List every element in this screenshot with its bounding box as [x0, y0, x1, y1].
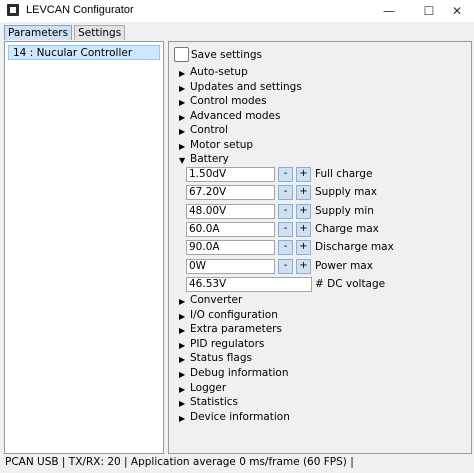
group-status-flags[interactable]: Status flags — [190, 352, 252, 364]
battery-value-field[interactable]: 60.0A — [186, 221, 275, 237]
collapsed-arrow-icon[interactable]: ▶ — [179, 297, 185, 306]
increment-button[interactable]: + — [296, 167, 311, 182]
increment-button[interactable]: + — [296, 240, 311, 256]
group-updates-and-settings[interactable]: Updates and settings — [190, 81, 302, 93]
decrement-button[interactable]: - — [278, 221, 293, 237]
increment-button[interactable]: + — [296, 258, 311, 274]
group-statistics[interactable]: Statistics — [190, 396, 238, 408]
collapsed-arrow-icon[interactable]: ▶ — [179, 370, 185, 379]
collapsed-arrow-icon[interactable]: ▶ — [179, 84, 185, 93]
collapsed-arrow-icon[interactable]: ▶ — [179, 385, 185, 394]
battery-value-field[interactable]: 67.20V — [186, 185, 275, 201]
battery-field-label: Supply max — [315, 186, 377, 199]
battery-field-label: Supply min — [315, 204, 374, 217]
decrement-button[interactable]: - — [278, 240, 293, 256]
tab-bar: Parameters Settings — [4, 25, 127, 41]
dc-voltage-label: # DC voltage — [315, 278, 386, 290]
group-i-o-configuration[interactable]: I/O configuration — [190, 309, 278, 321]
tab-settings[interactable]: Settings — [74, 25, 126, 40]
collapsed-arrow-icon[interactable]: ▶ — [179, 341, 185, 350]
group-device-information[interactable]: Device information — [190, 411, 290, 423]
collapsed-arrow-icon[interactable]: ▶ — [179, 399, 185, 408]
title-bar: LEVCAN Configurator — ☐ ✕ — [0, 0, 474, 22]
battery-value-field[interactable]: 1.50dV — [186, 167, 275, 182]
expanded-arrow-icon[interactable]: ▼ — [179, 156, 185, 165]
battery-field-label: Charge max — [315, 222, 379, 235]
collapsed-arrow-icon[interactable]: ▶ — [179, 355, 185, 364]
close-button[interactable]: ✕ — [440, 0, 474, 22]
group-motor-setup[interactable]: Motor setup — [190, 139, 253, 151]
device-list: 14 : Nucular Controller — [4, 41, 164, 454]
status-bar: PCAN USB | TX/RX: 20 | Application avera… — [5, 456, 354, 468]
collapsed-arrow-icon[interactable]: ▶ — [179, 142, 185, 151]
dc-voltage-field: 46.53V — [186, 277, 312, 292]
group-converter[interactable]: Converter — [190, 294, 242, 306]
collapsed-arrow-icon[interactable]: ▶ — [179, 312, 185, 321]
increment-button[interactable]: + — [296, 203, 311, 219]
group-control-modes[interactable]: Control modes — [190, 95, 267, 107]
group-advanced-modes[interactable]: Advanced modes — [190, 110, 280, 122]
collapsed-arrow-icon[interactable]: ▶ — [179, 113, 185, 122]
group-debug-information[interactable]: Debug information — [190, 367, 288, 379]
battery-value-field[interactable]: 90.0A — [186, 240, 275, 256]
collapsed-arrow-icon[interactable]: ▶ — [179, 326, 185, 335]
battery-field-label: Power max — [315, 259, 373, 272]
collapsed-arrow-icon[interactable]: ▶ — [179, 127, 185, 136]
group-logger[interactable]: Logger — [190, 382, 226, 394]
battery-value-field[interactable]: 48.00V — [186, 203, 275, 219]
group-pid-regulators[interactable]: PID regulators — [190, 338, 264, 350]
collapsed-arrow-icon[interactable]: ▶ — [179, 414, 185, 423]
device-item[interactable]: 14 : Nucular Controller — [8, 45, 160, 60]
decrement-button[interactable]: - — [278, 167, 293, 182]
decrement-button[interactable]: - — [278, 258, 293, 274]
minimize-button[interactable]: — — [372, 0, 406, 22]
group-battery[interactable]: Battery — [190, 153, 229, 165]
increment-button[interactable]: + — [296, 221, 311, 237]
battery-value-field[interactable]: 0W — [186, 258, 275, 274]
battery-field-label: Discharge max — [315, 241, 394, 254]
increment-button[interactable]: + — [296, 185, 311, 201]
decrement-button[interactable]: - — [278, 203, 293, 219]
group-control[interactable]: Control — [190, 124, 228, 136]
save-settings-checkbox[interactable] — [174, 47, 189, 62]
group-extra-parameters[interactable]: Extra parameters — [190, 323, 282, 335]
group-auto-setup[interactable]: Auto-setup — [190, 66, 248, 78]
save-settings-label: Save settings — [191, 49, 262, 61]
decrement-button[interactable]: - — [278, 185, 293, 201]
collapsed-arrow-icon[interactable]: ▶ — [179, 98, 185, 107]
collapsed-arrow-icon[interactable]: ▶ — [179, 69, 185, 78]
app-icon — [7, 4, 19, 16]
tab-parameters[interactable]: Parameters — [4, 25, 73, 40]
window-title: LEVCAN Configurator — [26, 4, 134, 16]
battery-field-label: Full charge — [315, 168, 373, 180]
